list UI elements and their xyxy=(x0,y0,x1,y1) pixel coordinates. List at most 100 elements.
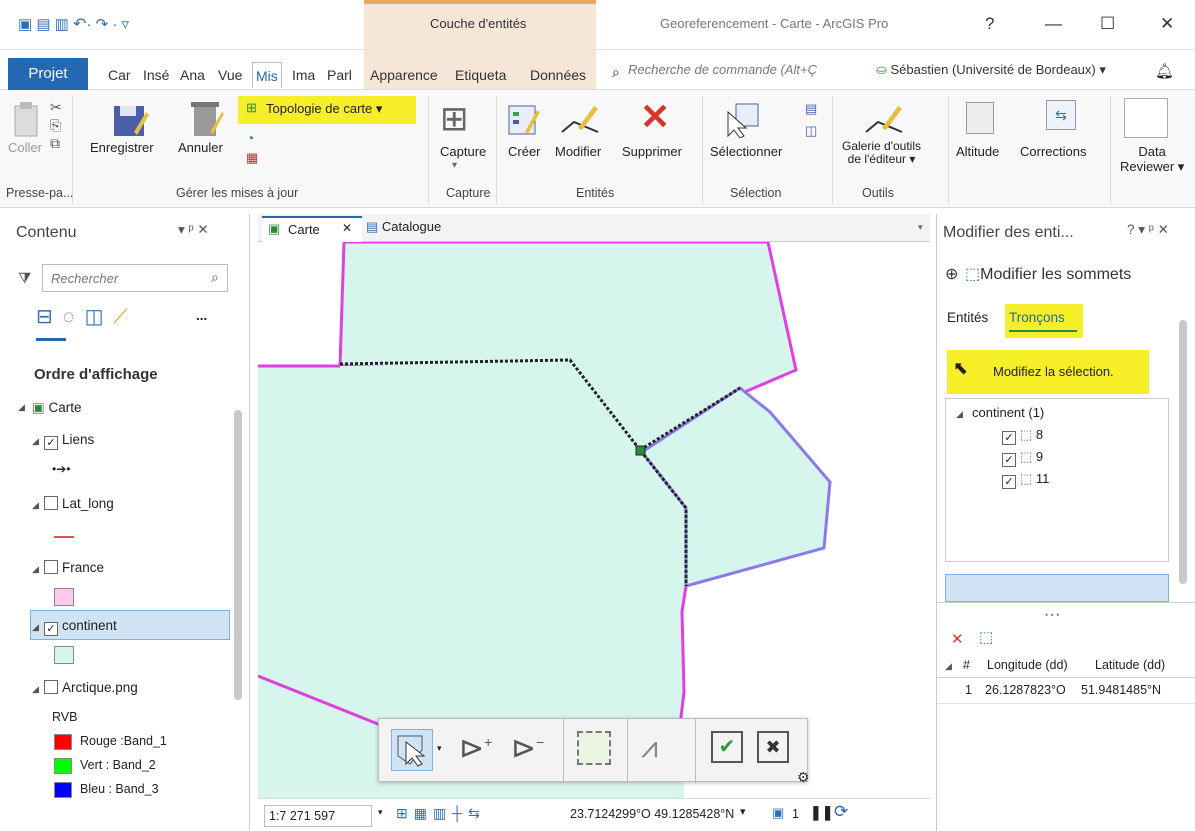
contents-pane-controls[interactable]: ▾ ᵖ ✕ xyxy=(178,222,209,238)
tree-item[interactable]: ✓ ⬚ 9 xyxy=(1002,449,1043,467)
checkbox-checked[interactable]: ✓ xyxy=(44,622,58,636)
tree-item[interactable]: ✓ ⬚ 8 xyxy=(1002,427,1043,445)
table-row[interactable]: 1 26.1287823°O 51.9481485°N xyxy=(937,678,1195,704)
selection-small-icons[interactable]: ▤ ◫ xyxy=(805,98,817,142)
modify-selection-hint[interactable]: Modifiez la sélection. xyxy=(993,364,1114,379)
layer-continent[interactable]: ✓ continent xyxy=(44,618,117,636)
remove-vertex-icon[interactable]: ⊳− xyxy=(511,731,544,766)
enregistrer-button[interactable]: Enregistrer xyxy=(90,140,154,155)
annuler-button[interactable]: Annuler xyxy=(178,140,223,155)
quick-access-icons[interactable]: ▣ ▤ ▥ ↶· ↷ · ▿ xyxy=(18,14,129,34)
tab-mise-a-jour[interactable]: Mis xyxy=(252,62,282,88)
expand-icon[interactable]: ◢ xyxy=(956,409,963,420)
checkbox-checked[interactable]: ✓ xyxy=(44,436,58,450)
add-vertex-icon[interactable]: ⊳+ xyxy=(459,731,492,766)
notification-icon[interactable]: 🔔︎ xyxy=(1155,62,1174,80)
tab-carte[interactable]: Car xyxy=(108,62,131,88)
add-vertex-table-icon[interactable]: ⬚ xyxy=(979,628,993,646)
expand-icon[interactable]: ◢ xyxy=(32,622,39,633)
tab-projet[interactable]: Projet xyxy=(8,58,88,90)
expand-icon[interactable]: ◢ xyxy=(945,661,952,672)
layer-lat-long[interactable]: Lat_long xyxy=(44,496,114,511)
coller-button[interactable]: Coller xyxy=(8,140,42,155)
checkbox[interactable] xyxy=(44,496,58,510)
help-button[interactable]: ? xyxy=(985,14,994,34)
tab-troncons[interactable]: Tronçons xyxy=(1009,310,1065,325)
checkbox[interactable] xyxy=(44,680,58,694)
supprimer-button[interactable]: Supprimer xyxy=(622,144,682,159)
tab-analyse[interactable]: Ana xyxy=(180,62,205,88)
sketch-icon[interactable]: ⩘ xyxy=(641,731,658,765)
tree-root-continent[interactable]: continent (1) xyxy=(972,405,1044,420)
pause-icon[interactable]: ❚❚ xyxy=(810,804,833,821)
modify-pane-controls[interactable]: ? ▾ ᵖ ✕ xyxy=(1127,222,1169,238)
tab-vue[interactable]: Vue xyxy=(218,62,242,88)
capture-button[interactable]: Capture xyxy=(440,144,486,159)
back-icon[interactable]: ⊕ xyxy=(945,264,958,284)
user-account[interactable]: ⛀ Sébastien (Université de Bordeaux) ▾ xyxy=(876,62,1106,78)
corrections-button[interactable]: Corrections xyxy=(1020,144,1086,159)
close-icon[interactable]: ✕ xyxy=(342,221,352,235)
minimize-button[interactable]: — xyxy=(1045,14,1062,34)
layer-france[interactable]: France xyxy=(44,560,104,575)
contents-scrollbar[interactable] xyxy=(234,410,242,700)
close-button[interactable]: ✕ xyxy=(1160,14,1174,34)
checkbox[interactable] xyxy=(44,560,58,574)
refresh-icon[interactable]: ⟳ xyxy=(834,802,848,822)
creer-button[interactable]: Créer xyxy=(508,144,541,159)
tab-entites[interactable]: Entités xyxy=(947,310,988,325)
map-canvas[interactable] xyxy=(258,242,930,798)
chevron-down-icon[interactable]: ▾ xyxy=(740,805,746,818)
galerie-outils-button[interactable]: Galerie d'outils de l'éditeur ▾ xyxy=(842,140,921,166)
chevron-down-icon[interactable]: ▾ xyxy=(918,222,923,233)
chevron-down-icon[interactable]: ▾ xyxy=(437,743,442,754)
contents-search-input[interactable]: Rechercher ⌕ xyxy=(42,264,228,292)
tree-item[interactable]: ✓ ⬚ 11 xyxy=(1002,471,1049,489)
selectionner-button[interactable]: Sélectionner xyxy=(710,144,782,159)
altitude-button[interactable]: Altitude xyxy=(956,144,999,159)
scale-selector[interactable]: 1:7 271 597 xyxy=(264,805,372,827)
reshape-icon[interactable] xyxy=(577,731,611,765)
expand-icon[interactable]: ◢ xyxy=(18,402,25,413)
delete-vertex-icon[interactable]: ✕ xyxy=(951,630,964,648)
expand-icon[interactable]: ◢ xyxy=(32,500,39,511)
layer-liens[interactable]: ✓ Liens xyxy=(44,432,94,450)
history-icon[interactable]: ◔ xyxy=(246,130,254,146)
filter-icon[interactable]: ⧩ xyxy=(18,270,31,287)
tab-donnees[interactable]: Données xyxy=(530,62,586,88)
modifier-button[interactable]: Modifier xyxy=(555,144,601,159)
topologie-dropdown[interactable]: Topologie de carte ▾ xyxy=(266,101,382,117)
expand-icon[interactable]: ◢ xyxy=(32,436,39,447)
expand-icon[interactable]: ◢ xyxy=(32,684,39,695)
data-reviewer-button[interactable]: Data Reviewer ▾ xyxy=(1120,144,1184,174)
tab-map-carte[interactable]: ▣ Carte ✕ xyxy=(262,216,362,242)
layer-carte[interactable]: ▣ Carte xyxy=(32,400,82,416)
map-view[interactable]: ▣ Carte ✕ ▤ Catalogue ▾ ▾ ⊳+ ⊳− ⩘ ✔ ✖ ⚙ xyxy=(258,214,930,831)
checkbox-checked[interactable]: ✓ xyxy=(1002,453,1016,467)
maximize-button[interactable]: ☐ xyxy=(1100,14,1115,34)
tab-imagerie[interactable]: Ima xyxy=(292,62,315,88)
partial-hidden-button[interactable] xyxy=(945,574,1169,602)
tab-apparence[interactable]: Apparence xyxy=(370,62,438,88)
modify-pane-scrollbar[interactable] xyxy=(1179,320,1187,584)
layer-arctique[interactable]: Arctique.png xyxy=(44,680,138,695)
tab-catalogue[interactable]: ▤ Catalogue xyxy=(366,219,441,235)
tab-partage[interactable]: Parl xyxy=(327,62,352,88)
select-vertex-tool[interactable] xyxy=(391,729,433,771)
cancel-icon[interactable]: ✖ xyxy=(757,731,789,763)
tab-etiquetage[interactable]: Etiqueta xyxy=(455,62,527,88)
checkbox-checked[interactable]: ✓ xyxy=(1002,475,1016,489)
row-latitude[interactable]: 51.9481485°N xyxy=(1081,683,1161,697)
gear-icon[interactable]: ⚙ xyxy=(797,769,810,786)
chevron-down-icon[interactable]: ▾ xyxy=(378,807,383,818)
table-icon[interactable]: ▦ xyxy=(246,150,258,166)
expand-icon[interactable]: ◢ xyxy=(32,564,39,575)
status-tool-icons[interactable]: ⊞▦▥┼⇆ xyxy=(396,805,486,822)
finish-icon[interactable]: ✔ xyxy=(711,731,743,763)
cut-copy-icons[interactable]: ✂ ⎘ ⧉ xyxy=(50,98,62,152)
more-icon[interactable]: ... xyxy=(196,308,207,323)
command-search-input[interactable]: Recherche de commande (Alt+Ç xyxy=(628,62,817,77)
splitter-handle[interactable]: • • • xyxy=(1045,610,1059,620)
row-longitude[interactable]: 26.1287823°O xyxy=(985,683,1066,697)
checkbox-checked[interactable]: ✓ xyxy=(1002,431,1016,445)
